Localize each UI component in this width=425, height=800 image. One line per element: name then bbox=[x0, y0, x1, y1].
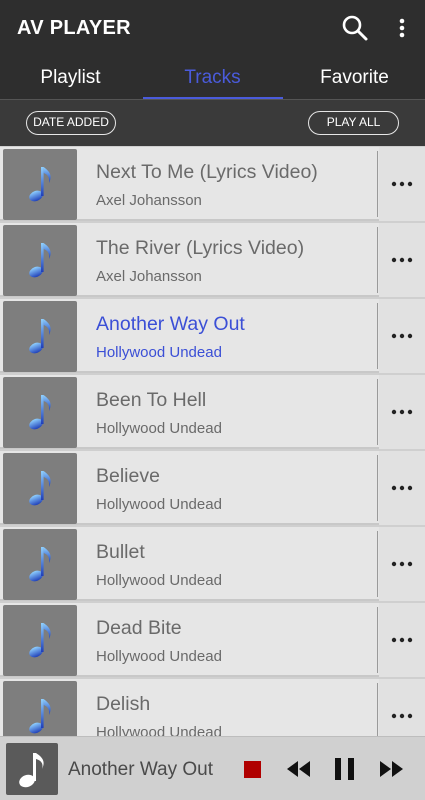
music-note-icon bbox=[29, 395, 51, 430]
more-horiz-icon bbox=[391, 485, 413, 491]
more-horiz-icon bbox=[391, 713, 413, 719]
track-options-button[interactable] bbox=[379, 527, 425, 601]
pause-icon bbox=[335, 758, 354, 780]
more-horiz-icon bbox=[391, 257, 413, 263]
tab-playlist[interactable]: Playlist bbox=[0, 58, 141, 100]
app-title: AV PLAYER bbox=[17, 17, 131, 39]
track-list[interactable]: Next To Me (Lyrics Video) Axel Johansson T… bbox=[0, 146, 425, 736]
track-title: Bullet bbox=[96, 541, 145, 563]
mini-player[interactable]: Another Way Out bbox=[0, 736, 425, 800]
music-note-icon bbox=[29, 243, 51, 278]
tab-favorite[interactable]: Favorite bbox=[284, 58, 425, 100]
music-note-icon bbox=[29, 471, 51, 506]
track-artwork[interactable] bbox=[3, 453, 77, 524]
stop-button[interactable] bbox=[242, 755, 264, 783]
track-options-button[interactable] bbox=[379, 299, 425, 373]
fast-forward-button[interactable] bbox=[377, 755, 405, 783]
row-divider bbox=[377, 303, 378, 369]
track-artist: Hollywood Undead bbox=[96, 420, 222, 437]
pause-button[interactable] bbox=[332, 755, 358, 783]
track-title: Been To Hell bbox=[96, 389, 207, 411]
now-playing-artwork[interactable] bbox=[6, 743, 58, 795]
track-artwork[interactable] bbox=[3, 149, 77, 220]
more-horiz-icon bbox=[391, 561, 413, 567]
now-playing-title[interactable]: Another Way Out bbox=[68, 759, 213, 781]
track-row[interactable]: Bullet Hollywood Undead bbox=[0, 527, 425, 601]
list-toolbar: DATE ADDED PLAY ALL bbox=[0, 100, 425, 146]
track-artist: Hollywood Undead bbox=[96, 572, 222, 589]
track-artwork[interactable] bbox=[3, 681, 77, 736]
row-divider bbox=[377, 455, 378, 521]
track-row[interactable]: The River (Lyrics Video) Axel Johansson bbox=[0, 223, 425, 297]
fast-forward-icon bbox=[380, 761, 403, 777]
more-horiz-icon bbox=[391, 181, 413, 187]
track-artwork[interactable] bbox=[3, 529, 77, 600]
music-note-icon bbox=[29, 547, 51, 582]
row-divider bbox=[377, 607, 378, 673]
music-note-icon bbox=[29, 699, 51, 734]
stop-icon bbox=[244, 761, 261, 778]
track-artist: Hollywood Undead bbox=[96, 724, 222, 736]
music-note-icon bbox=[29, 319, 51, 354]
music-note-icon bbox=[29, 167, 51, 202]
track-row[interactable]: Been To Hell Hollywood Undead bbox=[0, 375, 425, 449]
track-row[interactable]: Believe Hollywood Undead bbox=[0, 451, 425, 525]
track-row[interactable]: Dead Bite Hollywood Undead bbox=[0, 603, 425, 677]
music-note-icon bbox=[29, 623, 51, 658]
track-artist: Axel Johansson bbox=[96, 268, 202, 285]
track-options-button[interactable] bbox=[379, 451, 425, 525]
track-options-button[interactable] bbox=[379, 603, 425, 677]
track-title: Another Way Out bbox=[96, 313, 245, 335]
app-root: AV PLAYER Playlist Tracks Favorite DATE … bbox=[0, 0, 425, 800]
track-options-button[interactable] bbox=[379, 375, 425, 449]
track-artwork[interactable] bbox=[3, 605, 77, 676]
tab-bar: Playlist Tracks Favorite bbox=[0, 58, 425, 100]
row-divider bbox=[377, 683, 378, 736]
track-title: Delish bbox=[96, 693, 151, 715]
sort-date-added-button[interactable]: DATE ADDED bbox=[26, 111, 116, 135]
music-note-icon bbox=[19, 753, 44, 788]
row-divider bbox=[377, 531, 378, 597]
track-artist: Hollywood Undead bbox=[96, 496, 222, 513]
rewind-icon bbox=[287, 761, 310, 777]
search-icon bbox=[342, 15, 368, 41]
overflow-menu-button[interactable] bbox=[390, 12, 414, 44]
active-tab-indicator bbox=[143, 97, 283, 99]
row-divider bbox=[377, 227, 378, 293]
track-options-button[interactable] bbox=[379, 223, 425, 297]
track-artwork[interactable] bbox=[3, 301, 77, 372]
track-row[interactable]: Next To Me (Lyrics Video) Axel Johansson bbox=[0, 147, 425, 221]
search-button[interactable] bbox=[339, 12, 371, 44]
track-options-button[interactable] bbox=[379, 147, 425, 221]
row-divider bbox=[377, 379, 378, 445]
more-vert-icon bbox=[399, 18, 405, 38]
track-options-button[interactable] bbox=[379, 679, 425, 736]
tab-tracks[interactable]: Tracks bbox=[142, 58, 283, 100]
track-artwork[interactable] bbox=[3, 377, 77, 448]
track-title: Believe bbox=[96, 465, 160, 487]
track-title: Next To Me (Lyrics Video) bbox=[96, 161, 318, 183]
track-title: The River (Lyrics Video) bbox=[96, 237, 305, 259]
more-horiz-icon bbox=[391, 637, 413, 643]
track-row[interactable]: Delish Hollywood Undead bbox=[0, 679, 425, 736]
track-row[interactable]: Another Way Out Hollywood Undead bbox=[0, 299, 425, 373]
track-artist: Hollywood Undead bbox=[96, 344, 222, 361]
app-bar: AV PLAYER bbox=[0, 0, 425, 58]
track-artist: Axel Johansson bbox=[96, 192, 202, 209]
track-artist: Hollywood Undead bbox=[96, 648, 222, 665]
row-divider bbox=[377, 151, 378, 217]
rewind-button[interactable] bbox=[285, 755, 313, 783]
play-all-button[interactable]: PLAY ALL bbox=[308, 111, 399, 135]
more-horiz-icon bbox=[391, 409, 413, 415]
track-title: Dead Bite bbox=[96, 617, 182, 639]
more-horiz-icon bbox=[391, 333, 413, 339]
track-artwork[interactable] bbox=[3, 225, 77, 296]
